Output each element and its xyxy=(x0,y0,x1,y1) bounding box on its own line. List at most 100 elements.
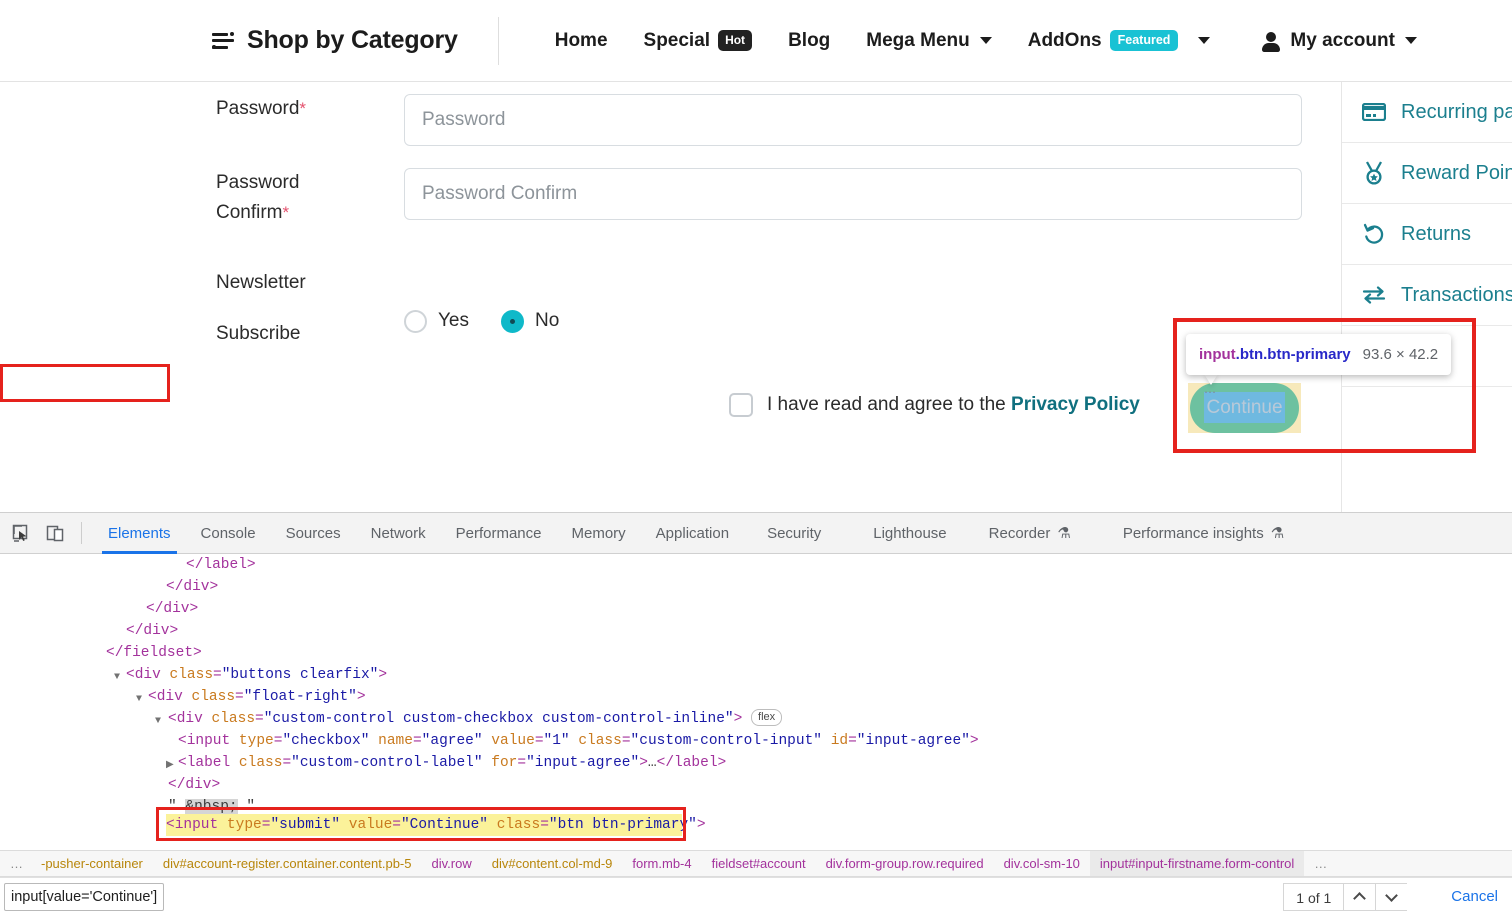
register-form-area: Password* Password Confirm* Newsletter S… xyxy=(0,82,1512,512)
tab-elements[interactable]: Elements xyxy=(93,513,186,554)
dom-search-input[interactable] xyxy=(4,883,164,911)
flask-icon: ⚗ xyxy=(1057,513,1070,554)
tab-console[interactable]: Console xyxy=(186,513,271,554)
tab-security[interactable]: Security xyxy=(752,513,836,554)
search-next-button[interactable] xyxy=(1375,883,1407,911)
breadcrumb-ellipsis-left[interactable]: … xyxy=(0,851,31,876)
chevron-up-icon xyxy=(1353,892,1366,905)
dom-breadcrumb: … -pusher-container div#account-register… xyxy=(0,850,1512,877)
required-asterisk: * xyxy=(283,203,290,222)
tab-network[interactable]: Network xyxy=(356,513,441,554)
dom-search-bar: 1 of 1 Cancel xyxy=(0,877,1512,915)
breadcrumb-item[interactable]: div.form-group.row.required xyxy=(816,851,994,876)
password-confirm-input[interactable] xyxy=(404,168,1302,220)
form-row-password-confirm: Password Confirm* xyxy=(216,168,1302,228)
nav-divider xyxy=(498,17,499,65)
breadcrumb-item[interactable]: div.row xyxy=(422,851,482,876)
newsletter-radio-no-label: No xyxy=(535,310,559,332)
inspector-tooltip-dimensions: 93.6 × 42.2 xyxy=(1363,346,1438,363)
shop-by-category-button[interactable]: Shop by Category xyxy=(212,26,458,55)
shop-by-category-label: Shop by Category xyxy=(247,26,458,55)
sidebar-item-label: Returns xyxy=(1401,223,1471,246)
dom-search-controls: 1 of 1 Cancel xyxy=(1283,882,1512,912)
tab-performance-insights[interactable]: Performance insights⚗ xyxy=(1108,513,1299,554)
tab-recorder[interactable]: Recorder⚗ xyxy=(974,513,1086,554)
agree-checkbox[interactable] xyxy=(729,393,753,417)
newsletter-radio-yes-label: Yes xyxy=(438,310,469,332)
search-cancel-button[interactable]: Cancel xyxy=(1451,888,1498,905)
nav-links: Home Special Hot Blog Mega Menu AddOns F… xyxy=(537,30,1435,52)
nav-item-special[interactable]: Special Hot xyxy=(626,30,771,52)
sidebar-item-reward-points[interactable]: Reward Point xyxy=(1342,143,1512,204)
breadcrumb-item[interactable]: -pusher-container xyxy=(31,851,153,876)
newsletter-label: Newsletter Subscribe xyxy=(216,268,404,349)
newsletter-radio-group: Yes No xyxy=(404,309,559,333)
breadcrumb-item[interactable]: div.col-sm-10 xyxy=(994,851,1090,876)
site-top-navigation: Shop by Category Home Special Hot Blog M… xyxy=(0,0,1512,82)
nav-item-mega-menu-label: Mega Menu xyxy=(866,30,969,52)
tab-memory[interactable]: Memory xyxy=(557,513,641,554)
nav-item-blog-label: Blog xyxy=(788,30,830,52)
chevron-down-icon xyxy=(1385,889,1398,902)
newsletter-radio-no[interactable]: No xyxy=(501,310,559,333)
radio-unchecked-icon xyxy=(404,310,427,333)
devtools-panel: Elements Console Sources Network Perform… xyxy=(0,512,1512,902)
sidebar-item-transactions[interactable]: Transactions xyxy=(1342,265,1512,326)
nav-item-home[interactable]: Home xyxy=(537,30,626,52)
devtools-tabbar: Elements Console Sources Network Perform… xyxy=(0,513,1512,554)
password-input[interactable] xyxy=(404,94,1302,146)
breadcrumb-item[interactable]: form.mb-4 xyxy=(622,851,701,876)
flask-icon: ⚗ xyxy=(1271,513,1284,554)
agree-text: I have read and agree to the Privacy Pol… xyxy=(767,394,1140,416)
nav-item-my-account[interactable]: My account xyxy=(1244,30,1435,52)
tab-sources[interactable]: Sources xyxy=(271,513,356,554)
password-label: Password* xyxy=(216,94,404,146)
account-sidebar: Recurring pay Reward Point Returns Trans… xyxy=(1341,82,1512,512)
flex-badge[interactable]: flex xyxy=(751,709,782,726)
badge-featured: Featured xyxy=(1110,30,1179,52)
search-match-count: 1 of 1 xyxy=(1283,883,1343,911)
dom-tree[interactable]: </label> </div> </div> </div> </fieldset… xyxy=(0,554,1512,850)
sidebar-item-label: Recurring pay xyxy=(1401,101,1512,124)
inspector-tooltip-selector: input.btn.btn-primary xyxy=(1199,346,1351,363)
sidebar-item-returns[interactable]: Returns xyxy=(1342,204,1512,265)
tab-lighthouse[interactable]: Lighthouse xyxy=(858,513,961,554)
dom-selected-node[interactable]: <input type="submit" value="Continue" cl… xyxy=(166,814,682,836)
chevron-down-icon xyxy=(1198,37,1210,44)
sidebar-item-label: Reward Point xyxy=(1401,162,1512,185)
form-row-newsletter: Newsletter Subscribe Yes No xyxy=(216,268,559,349)
form-row-password: Password* xyxy=(216,94,1302,146)
breadcrumb-item[interactable]: div#account-register.container.content.p… xyxy=(153,851,422,876)
inspector-dots: ⋯ xyxy=(1204,385,1217,399)
nav-item-home-label: Home xyxy=(555,30,608,52)
sidebar-item-recurring-payments[interactable]: Recurring pay xyxy=(1342,82,1512,143)
nav-item-addons-label: AddOns xyxy=(1028,30,1102,52)
undo-icon xyxy=(1361,222,1387,246)
radio-checked-icon xyxy=(501,310,524,333)
breadcrumb-item[interactable]: div#content.col-md-9 xyxy=(482,851,623,876)
device-toolbar-icon[interactable] xyxy=(42,520,68,546)
tab-performance[interactable]: Performance xyxy=(441,513,557,554)
newsletter-radio-yes[interactable]: Yes xyxy=(404,310,469,333)
medal-icon xyxy=(1361,161,1387,185)
breadcrumb-item[interactable]: fieldset#account xyxy=(702,851,816,876)
inspector-tooltip: input.btn.btn-primary 93.6 × 42.2 xyxy=(1186,334,1451,375)
inspect-element-icon[interactable] xyxy=(8,520,34,546)
tooltip-arrow xyxy=(1204,374,1218,385)
nav-item-my-account-label: My account xyxy=(1290,30,1395,52)
toolbar-divider xyxy=(81,522,82,544)
breadcrumb-item-selected[interactable]: input#input-firstname.form-control xyxy=(1090,851,1304,876)
tab-application[interactable]: Application xyxy=(641,513,744,554)
nav-item-special-label: Special xyxy=(644,30,711,52)
nav-item-addons[interactable]: AddOns Featured xyxy=(1010,30,1229,52)
nav-item-blog[interactable]: Blog xyxy=(770,30,848,52)
privacy-policy-link[interactable]: Privacy Policy xyxy=(1011,394,1140,415)
breadcrumb-ellipsis-right[interactable]: … xyxy=(1304,851,1335,876)
card-icon xyxy=(1361,103,1387,121)
nav-item-mega-menu[interactable]: Mega Menu xyxy=(848,30,1009,52)
password-confirm-label: Password Confirm* xyxy=(216,168,404,228)
exchange-icon xyxy=(1361,286,1387,304)
chevron-down-icon xyxy=(1405,37,1417,44)
search-prev-button[interactable] xyxy=(1343,883,1375,911)
chevron-down-icon xyxy=(980,37,992,44)
